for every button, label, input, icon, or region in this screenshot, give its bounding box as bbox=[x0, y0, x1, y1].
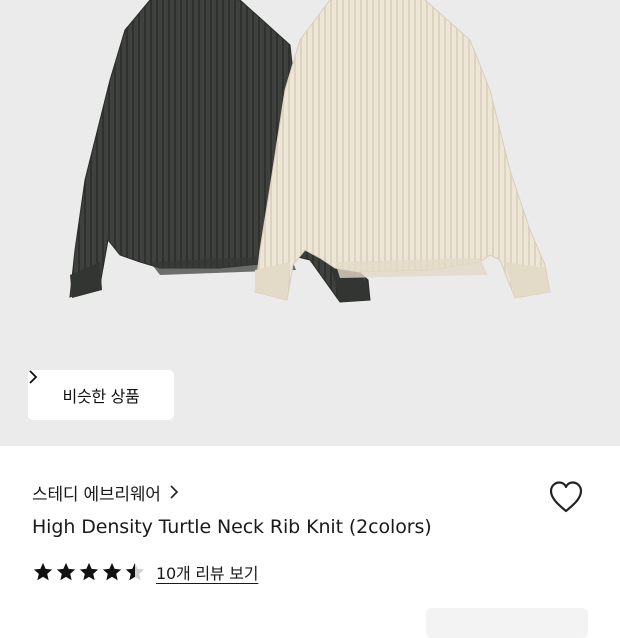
star-rating bbox=[32, 561, 146, 583]
chevron-right-icon bbox=[170, 485, 178, 499]
similar-products-button[interactable]: 비슷한 상품 bbox=[28, 370, 174, 420]
chevron-right-icon bbox=[29, 370, 38, 384]
light-sweater bbox=[254, 0, 551, 301]
reviews-link[interactable]: 10개 리뷰 보기 bbox=[156, 560, 259, 584]
star-full-icon bbox=[79, 562, 99, 581]
star-full-icon bbox=[56, 562, 76, 581]
product-image: 비슷한 상품 bbox=[0, 0, 620, 446]
star-full-icon bbox=[33, 562, 53, 581]
rating-row: 10개 리뷰 보기 bbox=[32, 560, 259, 584]
product-title: High Density Turtle Neck Rib Knit (2colo… bbox=[32, 516, 432, 538]
similar-products-label: 비슷한 상품 bbox=[62, 387, 140, 406]
heart-outline-icon[interactable] bbox=[546, 477, 586, 517]
star-full-icon bbox=[102, 562, 122, 581]
brand-link[interactable]: 스테디 에브리웨어 bbox=[32, 480, 179, 505]
star-half-icon bbox=[125, 562, 145, 581]
partial-chip[interactable] bbox=[426, 608, 588, 638]
brand-name: 스테디 에브리웨어 bbox=[32, 484, 161, 505]
